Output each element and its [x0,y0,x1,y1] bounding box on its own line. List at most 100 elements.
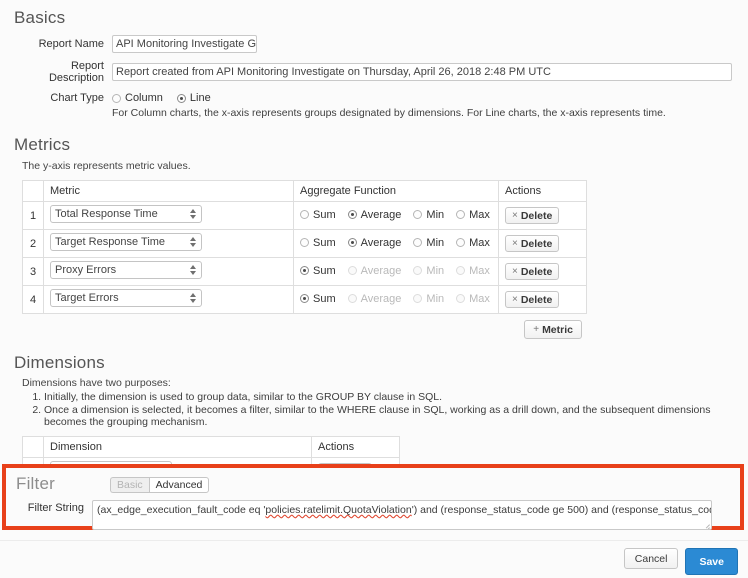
dimensions-column-actions: Actions [312,437,400,458]
aggregate-option-average-label: Average [361,293,402,305]
metrics-table: Metric Aggregate Function Actions 1 Tota… [22,180,587,314]
metrics-row-aggregate-cell: Sum Average Min Max [294,202,499,230]
table-row: 2 Target Response Time Sum Average Min M… [23,230,587,258]
aggregate-option-average: Average [348,293,402,305]
aggregate-option-min-label: Min [426,209,444,221]
aggregate-option-sum[interactable]: Sum [300,209,336,221]
aggregate-radio-group: Sum Average Min Max [300,265,490,277]
metric-select[interactable]: Target Response Time [50,233,202,251]
metrics-column-aggregate: Aggregate Function [294,181,499,202]
aggregate-option-max: Max [456,265,490,277]
metrics-row-aggregate-cell: Sum Average Min Max [294,230,499,258]
close-icon: × [512,266,518,277]
delete-metric-button[interactable]: ×Delete [505,207,559,224]
aggregate-option-max[interactable]: Max [456,209,490,221]
aggregate-option-max-label: Max [469,209,490,221]
radio-icon-sum [300,266,309,275]
add-metric-row: +Metric [22,320,582,339]
delete-metric-label: Delete [521,266,553,278]
aggregate-option-sum-label: Sum [313,209,336,221]
aggregate-option-average[interactable]: Average [348,209,402,221]
delete-metric-button[interactable]: ×Delete [505,291,559,308]
table-row: 3 Proxy Errors Sum Average Min Max ×Del [23,258,587,286]
radio-icon-min [413,210,422,219]
delete-metric-label: Delete [521,294,553,306]
metrics-row-metric-cell: Proxy Errors [44,258,294,286]
radio-icon-average [348,238,357,247]
report-description-label: Report Description [14,60,112,84]
aggregate-option-sum[interactable]: Sum [300,237,336,249]
aggregate-option-min: Min [413,265,444,277]
aggregate-option-sum[interactable]: Sum [300,293,336,305]
filter-section-highlight: Filter Basic Advanced Filter String (ax_… [2,464,744,530]
chart-type-option-column[interactable]: Column [112,92,163,104]
filter-tab-basic[interactable]: Basic [110,477,149,493]
resize-handle-icon[interactable] [702,520,710,528]
delete-metric-label: Delete [521,238,553,250]
cancel-button[interactable]: Cancel [624,548,679,569]
footer-bar: Cancel Save [0,540,748,578]
close-icon: × [512,210,518,221]
metric-select[interactable]: Target Errors [50,289,202,307]
dimensions-note: Dimensions have two purposes: [22,377,748,389]
aggregate-option-min[interactable]: Min [413,237,444,249]
radio-icon-column [112,94,121,103]
radio-icon-line [177,94,186,103]
aggregate-option-max[interactable]: Max [456,237,490,249]
report-description-input[interactable]: Report created from API Monitoring Inves… [112,63,732,81]
radio-icon-average [348,210,357,219]
metrics-note: The y-axis represents metric values. [22,160,748,172]
table-row: 1 Total Response Time Sum Average Min Ma… [23,202,587,230]
report-name-input[interactable]: API Monitoring Investigate General [112,35,257,53]
stepper-icon [190,292,197,304]
aggregate-option-average-label: Average [361,237,402,249]
report-description-row: Report Description Report created from A… [14,60,748,84]
metrics-index-header [23,181,44,202]
aggregate-radio-group: Sum Average Min Max [300,237,490,249]
chart-type-option-line[interactable]: Line [177,92,211,104]
metrics-row-index: 4 [23,286,44,314]
delete-metric-button[interactable]: ×Delete [505,235,559,252]
table-row: 4 Target Errors Sum Average Min Max ×De [23,286,587,314]
stepper-icon [190,208,197,220]
aggregate-option-min[interactable]: Min [413,209,444,221]
chart-type-note: For Column charts, the x-axis represents… [112,107,748,119]
footer-actions: Cancel Save [624,548,738,575]
aggregate-option-average: Average [348,265,402,277]
radio-icon-max [456,238,465,247]
chart-type-row: Chart Type Column Line [14,92,748,104]
filter-string-label: Filter String [16,500,92,514]
filter-section: Filter Basic Advanced Filter String (ax_… [6,468,740,526]
aggregate-option-sum[interactable]: Sum [300,265,336,277]
add-metric-label: Metric [542,324,573,336]
filter-string-suffix: ') and (response_status_code ge 500) and… [412,504,712,516]
filter-header: Filter Basic Advanced [16,474,740,494]
close-icon: × [512,238,518,249]
aggregate-option-average-label: Average [361,209,402,221]
aggregate-option-min-label: Min [426,237,444,249]
aggregate-radio-group: Sum Average Min Max [300,209,490,221]
metrics-row-index: 2 [23,230,44,258]
filter-string-textarea[interactable]: (ax_edge_execution_fault_code eq 'polici… [92,500,712,530]
metrics-row-metric-cell: Total Response Time [44,202,294,230]
plus-icon: + [533,324,539,335]
delete-metric-button[interactable]: ×Delete [505,263,559,280]
aggregate-option-sum-label: Sum [313,237,336,249]
stepper-icon [190,264,197,276]
filter-string-prefix: (ax_edge_execution_fault_code eq ' [97,504,265,516]
dimensions-column-dimension: Dimension [44,437,312,458]
add-metric-button[interactable]: +Metric [524,320,582,339]
filter-mode-toggle-group: Basic Advanced [110,477,209,493]
stepper-icon [190,236,197,248]
metric-select[interactable]: Proxy Errors [50,261,202,279]
radio-icon-average [348,294,357,303]
aggregate-option-average[interactable]: Average [348,237,402,249]
metrics-row-aggregate-cell: Sum Average Min Max [294,258,499,286]
basics-title: Basics [14,8,748,28]
metrics-row-actions-cell: ×Delete [499,230,587,258]
radio-icon-min [413,294,422,303]
filter-tab-advanced[interactable]: Advanced [149,477,210,493]
metrics-row-actions-cell: ×Delete [499,202,587,230]
metric-select[interactable]: Total Response Time [50,205,202,223]
save-button[interactable]: Save [685,548,738,575]
